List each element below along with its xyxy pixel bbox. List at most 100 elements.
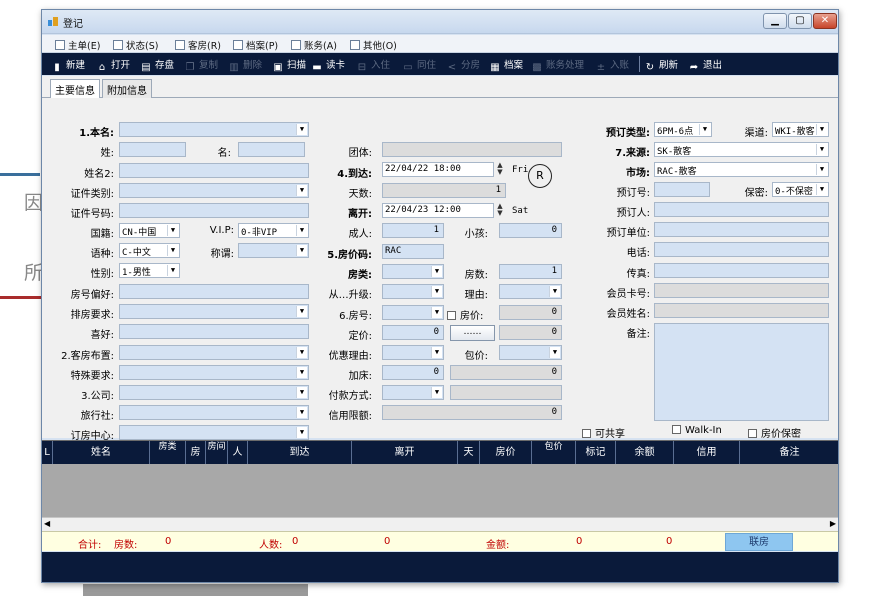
new-button[interactable]: ▮ 新建 [51, 57, 85, 74]
rate-checkbox[interactable]: 房价: [447, 307, 483, 322]
company-select[interactable]: ▼ [119, 385, 309, 400]
fixed-rate-input[interactable]: 0 [382, 325, 444, 340]
adults-input[interactable]: 1 [382, 223, 444, 238]
chevron-down-icon[interactable]: ▼ [296, 306, 307, 317]
hobby-input[interactable] [119, 324, 309, 339]
chevron-down-icon[interactable]: ▼ [296, 387, 307, 398]
credit-limit-input[interactable]: 0 [382, 405, 562, 420]
reason-select[interactable]: ▼ [499, 284, 562, 299]
room-type-select[interactable]: ▼ [382, 264, 444, 279]
split-room-button[interactable]: < 分房 [446, 57, 480, 74]
post-button[interactable]: ± 入账 [595, 57, 629, 74]
menu-room[interactable]: 客房(R) [175, 38, 221, 52]
chevron-down-icon[interactable]: ▼ [699, 124, 710, 135]
reservation-type-select[interactable]: 6PM-6点 ▼ [654, 122, 712, 137]
billing-button[interactable]: ▩ 账务处理 [531, 57, 584, 74]
close-button[interactable]: ✕ [813, 13, 837, 29]
nights-input[interactable]: 1 [382, 183, 506, 198]
refresh-button[interactable]: ↻ 刷新 [644, 57, 678, 74]
room-requirement-select[interactable]: ▼ [119, 304, 309, 319]
menu-main[interactable]: 主单(E) [55, 38, 100, 52]
chevron-down-icon[interactable]: ▼ [549, 347, 560, 358]
chevron-down-icon[interactable]: ▼ [296, 245, 307, 256]
scroll-right-icon[interactable]: ▶ [830, 519, 836, 528]
column-header[interactable]: 姓名 [53, 441, 150, 464]
menu-status[interactable]: 状态(S) [113, 38, 158, 52]
scroll-left-icon[interactable]: ◀ [44, 519, 50, 528]
rate-secret-checkbox[interactable]: 房价保密 [748, 425, 801, 440]
menu-account[interactable]: 账务(A) [291, 38, 337, 52]
name-input[interactable]: ▼ [119, 122, 309, 137]
save-button[interactable]: ▤ 存盘 [140, 57, 174, 74]
profile-button[interactable]: ▦ 档案 [489, 57, 523, 74]
column-header[interactable]: 备注 [740, 441, 838, 464]
same-room-button[interactable]: ▭ 同住 [402, 57, 436, 74]
column-header[interactable]: 余额 [616, 441, 674, 464]
source-select[interactable]: SK-散客 ▼ [654, 142, 829, 157]
delete-button[interactable]: ▥ 删除 [228, 57, 262, 74]
column-header[interactable]: 到达 [248, 441, 352, 464]
exit-button[interactable]: ➦ 退出 [688, 57, 722, 74]
phone-input[interactable] [654, 242, 829, 257]
chevron-down-icon[interactable]: ▼ [296, 367, 307, 378]
given-name-input[interactable] [238, 142, 305, 157]
column-header[interactable]: 标记 [576, 441, 616, 464]
departure-datetime[interactable]: 22/04/23 12:00 [382, 203, 494, 218]
walkin-checkbox[interactable]: Walk-In [672, 425, 722, 436]
tab-extra-info[interactable]: 附加信息 [102, 79, 152, 98]
room-preference-input[interactable] [119, 284, 309, 299]
discount-reason-select[interactable]: ▼ [382, 345, 444, 360]
column-header[interactable]: 天 [458, 441, 480, 464]
member-number-input[interactable] [654, 283, 829, 298]
tab-main-info[interactable]: 主要信息 [50, 79, 100, 99]
chevron-down-icon[interactable]: ▼ [431, 286, 442, 297]
horizontal-scrollbar[interactable]: ◀ ▶ [42, 517, 838, 531]
copy-button[interactable]: ❐ 复制 [184, 57, 219, 74]
link-rooms-button[interactable]: 联房 [725, 533, 793, 551]
confidential-select[interactable]: 0-不保密 ▼ [772, 182, 829, 197]
chevron-down-icon[interactable]: ▼ [816, 124, 827, 135]
salutation-select[interactable]: ▼ [238, 243, 309, 258]
market-select[interactable]: RAC-散客 ▼ [654, 162, 829, 177]
arrival-spinner[interactable]: ▲ ▼ [494, 162, 506, 177]
read-card-button[interactable]: ▬ 读卡 [311, 57, 345, 74]
chevron-down-icon[interactable]: ▼ [816, 164, 827, 175]
payment-select[interactable]: ▼ [382, 385, 444, 400]
booker-input[interactable] [654, 202, 829, 217]
vip-select[interactable]: 0-非VIP ▼ [238, 223, 309, 238]
rooms-input[interactable]: 1 [499, 264, 562, 279]
chevron-down-icon[interactable]: ▼ [296, 225, 307, 236]
surname-input[interactable] [119, 142, 186, 157]
fax-input[interactable] [654, 263, 829, 278]
member-name-input[interactable] [654, 303, 829, 318]
rate-code-input[interactable]: RAC [382, 244, 444, 259]
travel-agency-select[interactable]: ▼ [119, 405, 309, 420]
checkin-button[interactable]: ⊟ 入住 [356, 57, 390, 74]
channel-select[interactable]: WKI-散客 ▼ [772, 122, 829, 137]
chevron-down-icon[interactable]: ▼ [296, 124, 307, 135]
column-header[interactable]: 房价 [480, 441, 532, 464]
chevron-down-icon[interactable]: ▼ [167, 245, 178, 256]
reservation-number-input[interactable] [654, 182, 710, 197]
arrival-datetime[interactable]: 22/04/22 18:00 [382, 162, 494, 177]
chevron-down-icon[interactable]: ▼ [431, 347, 442, 358]
rate-picker-button[interactable]: …… [450, 325, 495, 341]
minimize-button[interactable]: ▁ [763, 13, 787, 29]
room-number-select[interactable]: ▼ [382, 305, 444, 320]
column-header[interactable]: 信用 [674, 441, 740, 464]
id-type-select[interactable]: ▼ [119, 183, 309, 198]
group-input[interactable] [382, 142, 562, 157]
special-request-select[interactable]: ▼ [119, 365, 309, 380]
booker-unit-input[interactable] [654, 222, 829, 237]
scan-button[interactable]: ▣ 扫描 [272, 57, 306, 74]
upgrade-select[interactable]: ▼ [382, 284, 444, 299]
language-select[interactable]: C-中文 ▼ [119, 243, 180, 258]
room-layout-select[interactable]: ▼ [119, 345, 309, 360]
fixed-rate-extra[interactable]: 0 [499, 325, 562, 340]
id-number-input[interactable] [119, 203, 309, 218]
chevron-down-icon[interactable]: ▼ [816, 144, 827, 155]
column-header[interactable]: L [42, 441, 53, 464]
rate-input[interactable]: 0 [499, 305, 562, 320]
chevron-down-icon[interactable]: ▼ [167, 265, 178, 276]
chevron-down-icon[interactable]: ▼ [816, 184, 827, 195]
